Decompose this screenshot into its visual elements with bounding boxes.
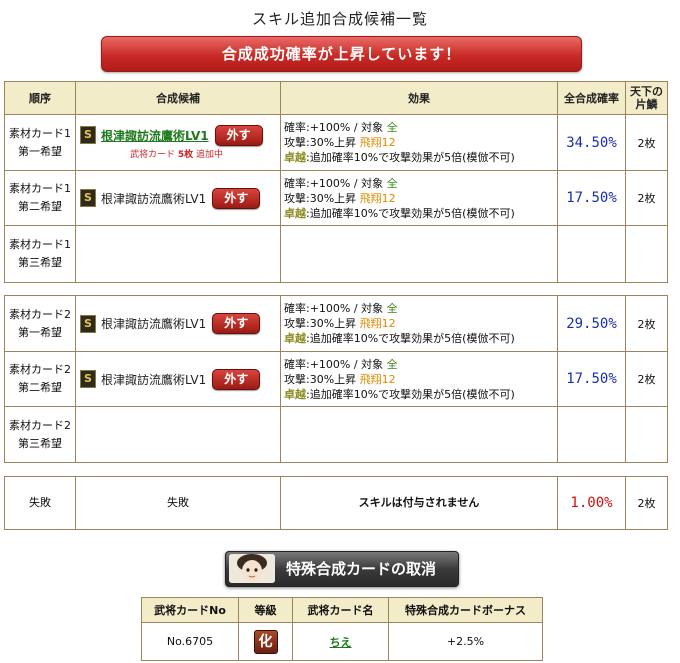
tenka-count: 2枚 [625, 295, 668, 352]
candidate-table-2: 素材カード2 第一希望 S 根津諏訪流鷹術LV1 外す 確率:+100% / 対象… [4, 295, 668, 463]
fail-candidate: 失敗 [75, 476, 281, 530]
candidate-cell: S 根津諏訪流鷹術LV1 外す [75, 351, 281, 407]
total-rate: 34.50% [557, 114, 626, 171]
bonus-value: +2.5% [388, 622, 543, 661]
tenka-count: 2枚 [625, 170, 668, 226]
card-no: No.6705 [141, 622, 239, 661]
special-header-row: 武将カードNo 等級 武将カード名 特殊合成カードボーナス [141, 597, 543, 623]
tenka-count: 2枚 [625, 351, 668, 407]
header-candidate: 合成候補 [75, 81, 281, 115]
candidate-table-1: 順序 合成候補 効果 全合成確率 天下の片鱗 素材カード1 第一希望 S 根津諏訪… [4, 81, 668, 283]
card-name-link[interactable]: ちえ [330, 636, 352, 649]
header-bonus: 特殊合成カードボーナス [388, 597, 543, 623]
success-rate-banner: 合成成功確率が上昇しています！ [101, 36, 582, 72]
effect-cell: 確率:+100% / 対象 全 攻撃:30%上昇 飛翔12 卓越:追加確率10%… [280, 114, 558, 171]
special-card-row: No.6705 化 ちえ +2.5% [141, 622, 543, 661]
effect-cell: 確率:+100% / 対象 全 攻撃:30%上昇 飛翔12 卓越:追加確率10%… [280, 170, 558, 226]
effect-cell: 確率:+100% / 対象 全 攻撃:30%上昇 飛翔12 卓越:追加確率10%… [280, 295, 558, 352]
special-card-table: 武将カードNo 等級 武将カード名 特殊合成カードボーナス No.6705 化 … [141, 597, 543, 661]
fail-order: 失敗 [4, 476, 76, 530]
tenka-count [625, 225, 668, 283]
order-cell: 素材カード2 第一希望 [4, 295, 76, 352]
table-row: 素材カード2 第三希望 [4, 406, 668, 463]
tenka-count: 2枚 [625, 114, 668, 171]
rank-s-icon: S [80, 370, 96, 388]
added-card-note: 武将カード 5枚 追加中 [130, 150, 224, 160]
skill-name: 根津諏訪流鷹術LV1 [101, 317, 207, 331]
candidate-cell [75, 225, 281, 283]
order-cell: 素材カード2 第二希望 [4, 351, 76, 407]
remove-button[interactable]: 外す [212, 187, 261, 209]
header-total-rate: 全合成確率 [557, 81, 626, 115]
table-row: 素材カード2 第一希望 S 根津諏訪流鷹術LV1 外す 確率:+100% / 対象… [4, 295, 668, 352]
header-grade: 等級 [238, 597, 293, 623]
fail-table: 失敗 失敗 スキルは付与されません 1.00% 2枚 [4, 476, 668, 530]
table-row: 素材カード2 第二希望 S 根津諏訪流鷹術LV1 外す 確率:+100% / 対象… [4, 351, 668, 407]
skill-name: 根津諏訪流鷹術LV1 [101, 191, 207, 206]
header-tenka: 天下の片鱗 [625, 81, 668, 115]
candidate-cell [75, 406, 281, 463]
skill-link[interactable]: 根津諏訪流鷹術LV1 [101, 127, 209, 144]
cancel-special-card-label: 特殊合成カードの取消 [286, 560, 437, 578]
remove-button[interactable]: 外す [212, 368, 261, 390]
header-row: 順序 合成候補 効果 全合成確率 天下の片鱗 [4, 81, 668, 115]
card-portrait-icon [229, 554, 275, 583]
total-rate [557, 406, 626, 463]
order-cell: 素材カード1 第一希望 [4, 114, 76, 171]
remove-button[interactable]: 外す [212, 313, 261, 334]
total-rate [557, 225, 626, 283]
candidate-cell: S 根津諏訪流鷹術LV1 外す 武将カード 5枚 追加中 [75, 114, 281, 171]
fail-effect: スキルは付与されません [280, 476, 558, 530]
rank-s-icon: S [80, 314, 96, 333]
table-row: 素材カード1 第一希望 S 根津諏訪流鷹術LV1 外す 武将カード 5枚 追加中 … [4, 114, 668, 171]
total-rate: 17.50% [557, 351, 626, 407]
remove-button[interactable]: 外す [214, 124, 263, 146]
order-cell: 素材カード1 第三希望 [4, 225, 76, 283]
candidate-cell: S 根津諏訪流鷹術LV1 外す [75, 170, 281, 226]
effect-cell [280, 225, 558, 283]
tenka-count [625, 406, 668, 463]
page-title: スキル追加合成候補一覧 [251, 10, 428, 28]
table-row: 素材カード1 第二希望 S 根津諏訪流鷹術LV1 外す 確率:+100% / 対象… [4, 170, 668, 226]
rank-s-icon: S [80, 189, 96, 207]
grade-cell: 化 [238, 622, 293, 661]
effect-cell: 確率:+100% / 対象 全 攻撃:30%上昇 飛翔12 卓越:追加確率10%… [280, 351, 558, 407]
card-name-cell: ちえ [292, 622, 389, 661]
cancel-special-card-button[interactable]: 特殊合成カードの取消 [225, 551, 459, 587]
effect-cell [280, 406, 558, 463]
fail-row: 失敗 失敗 スキルは付与されません 1.00% 2枚 [4, 476, 668, 530]
header-card-no: 武将カードNo [141, 597, 239, 623]
skill-name: 根津諏訪流鷹術LV1 [101, 372, 207, 387]
table-row: 素材カード1 第三希望 [4, 225, 668, 283]
rank-s-icon: S [80, 126, 96, 144]
order-cell: 素材カード2 第三希望 [4, 406, 76, 463]
header-effect: 効果 [280, 81, 558, 115]
total-rate: 29.50% [557, 295, 626, 352]
header-card-name: 武将カード名 [292, 597, 389, 623]
candidate-cell: S 根津諏訪流鷹術LV1 外す [75, 295, 281, 352]
fail-rate: 1.00% [557, 476, 626, 530]
total-rate: 17.50% [557, 170, 626, 226]
grade-badge: 化 [253, 629, 278, 654]
fail-count: 2枚 [625, 476, 668, 530]
order-cell: 素材カード1 第二希望 [4, 170, 76, 226]
header-order: 順序 [4, 81, 76, 115]
